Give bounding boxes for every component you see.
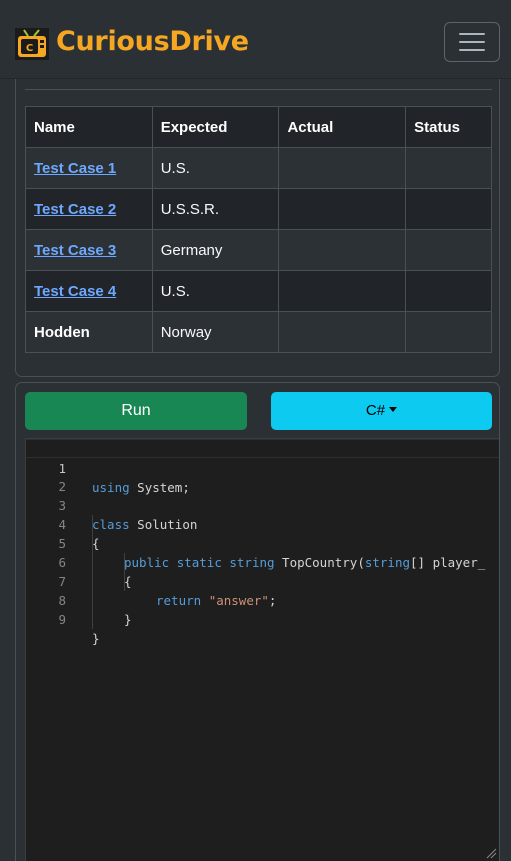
test-name-cell: Test Case 2: [25, 188, 153, 230]
header-name: Name: [25, 106, 153, 148]
code-line: 4 {: [26, 496, 499, 551]
status-cell: [405, 229, 492, 271]
actual-cell: [278, 311, 407, 353]
code-line: 5 public static string TopCountry(string…: [26, 515, 499, 570]
test-cases-table: Name Expected Actual Status Test Case 1 …: [25, 106, 492, 353]
status-cell: [405, 311, 492, 353]
test-case-link[interactable]: Test Case 1: [34, 160, 116, 177]
expected-cell: U.S.: [151, 147, 280, 189]
hamburger-icon-bar: [459, 49, 485, 51]
expected-cell: U.S.: [151, 270, 280, 312]
test-name-cell: Test Case 1: [25, 147, 153, 189]
code-line: 3 class Solution: [26, 477, 499, 532]
test-name-cell: Test Case 4: [25, 270, 153, 312]
divider: [25, 89, 492, 90]
resize-grip-icon[interactable]: [485, 847, 497, 859]
navbar: C CuriousDrive: [0, 0, 511, 79]
expected-cell: Germany: [151, 229, 280, 271]
svg-text:C: C: [26, 43, 33, 54]
status-cell: [405, 188, 492, 230]
language-label: C#: [365, 402, 386, 419]
test-case-link[interactable]: Test Case 3: [34, 242, 116, 259]
header-status: Status: [405, 106, 492, 148]
table-row: Test Case 2 U.S.S.R.: [25, 188, 492, 230]
editor-card: Run C# 1 using System; 2 3 class Solutio…: [15, 382, 500, 861]
code-token: }: [92, 631, 100, 646]
actual-cell: [278, 188, 407, 230]
expected-cell: U.S.S.R.: [151, 188, 280, 230]
actual-cell: [278, 147, 407, 189]
line-number: 9: [58, 612, 66, 627]
table-row: Test Case 3 Germany: [25, 229, 492, 271]
test-name-cell: Hodden: [25, 311, 153, 353]
code-line: 9 }: [26, 591, 499, 646]
code-line: 6 {: [26, 534, 499, 589]
table-row: Test Case 1 U.S.: [25, 147, 492, 189]
tv-logo-icon[interactable]: C: [15, 28, 49, 60]
menu-toggle-button[interactable]: [444, 22, 500, 62]
code-editor[interactable]: 1 using System; 2 3 class Solution 4 { 5…: [25, 438, 499, 861]
code-token: }: [124, 612, 132, 627]
brand-name[interactable]: CuriousDrive: [56, 26, 249, 57]
hidden-test-name: Hodden: [34, 323, 90, 341]
table-header-row: Name Expected Actual Status: [25, 106, 492, 148]
code-line: 8 }: [26, 572, 499, 627]
language-dropdown-button[interactable]: C#: [271, 392, 492, 430]
code-line: 1 using System;: [26, 439, 499, 495]
actual-cell: [278, 270, 407, 312]
code-line: 2: [26, 458, 499, 494]
code-line: 7 return "answer";: [26, 553, 499, 608]
actual-cell: [278, 229, 407, 271]
run-button[interactable]: Run: [25, 392, 247, 430]
test-cases-card: Name Expected Actual Status Test Case 1 …: [15, 79, 500, 377]
test-case-link[interactable]: Test Case 2: [34, 201, 116, 218]
table-row: Test Case 4 U.S.: [25, 270, 492, 312]
header-actual: Actual: [278, 106, 407, 148]
test-name-cell: Test Case 3: [25, 229, 153, 271]
hamburger-icon-bar: [459, 33, 485, 35]
header-expected: Expected: [151, 106, 280, 148]
status-cell: [405, 270, 492, 312]
status-cell: [405, 147, 492, 189]
test-case-link[interactable]: Test Case 4: [34, 283, 116, 300]
table-row: Hodden Norway: [25, 311, 492, 353]
expected-cell: Norway: [151, 311, 280, 353]
hamburger-icon-bar: [459, 41, 485, 43]
caret-down-icon: [389, 407, 398, 412]
